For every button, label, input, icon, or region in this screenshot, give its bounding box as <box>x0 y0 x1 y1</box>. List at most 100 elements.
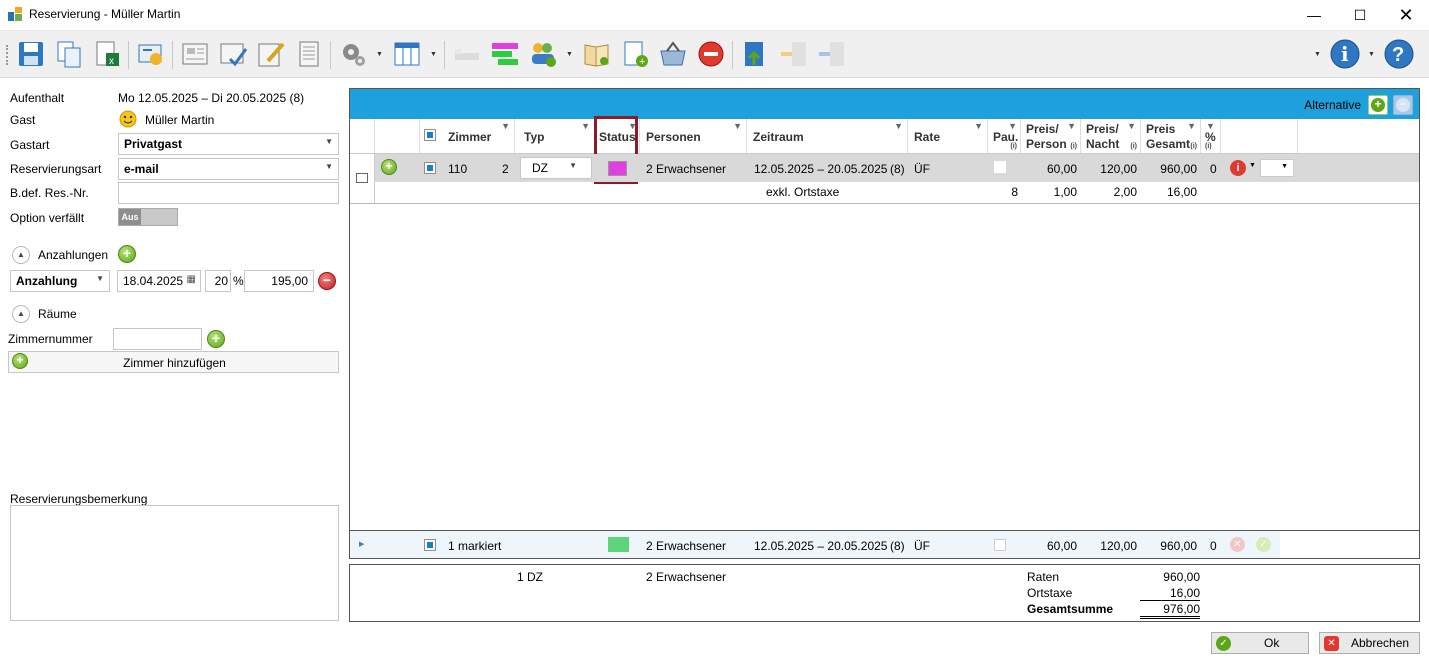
add-alternative-button[interactable]: + <box>1368 95 1388 115</box>
export-excel-icon[interactable]: x <box>90 37 124 71</box>
abbrechen-button[interactable]: ✕ Abbrechen <box>1319 632 1420 654</box>
settings-dropdown-icon[interactable]: ▼ <box>376 51 383 58</box>
copy-icon[interactable] <box>52 37 86 71</box>
raeume-collapse-icon[interactable]: ▲ <box>12 305 30 323</box>
row-bett: 2 <box>502 162 509 176</box>
settings-gear-icon[interactable] <box>336 37 370 71</box>
filter-icon[interactable]: ▼ <box>1187 121 1196 131</box>
minimize-icon[interactable]: — <box>1291 0 1337 30</box>
select-all-checkbox[interactable] <box>424 129 436 141</box>
footer-checkbox[interactable] <box>424 539 436 551</box>
anzahlung-percent-input[interactable]: 20 <box>205 270 231 292</box>
book-icon[interactable] <box>580 37 614 71</box>
filter-icon[interactable]: ▼ <box>581 121 590 131</box>
move-in-icon[interactable] <box>776 37 810 71</box>
row-checkbox[interactable] <box>424 162 436 174</box>
guest-smiley-icon[interactable] <box>119 110 137 128</box>
filter-icon[interactable]: ▼ <box>1206 121 1215 131</box>
bemerkung-textarea[interactable] <box>10 505 339 621</box>
alternative-label: Alternative <box>1304 98 1361 112</box>
anzahlungen-collapse-icon[interactable]: ▲ <box>12 246 30 264</box>
save-icon[interactable] <box>14 37 48 71</box>
add-guests-icon[interactable] <box>526 37 560 71</box>
footer-preis-gesamt: 960,00 <box>1160 539 1197 553</box>
filter-icon[interactable]: ▼ <box>733 121 742 131</box>
document-list-icon[interactable] <box>292 37 326 71</box>
filter-icon[interactable]: ▼ <box>1008 121 1017 131</box>
anzahlung-type-select[interactable]: Anzahlung ▼ <box>10 270 110 292</box>
info-dropdown-icon[interactable]: ▼ <box>1368 51 1375 58</box>
row-extra-select[interactable]: ▼ <box>1260 159 1294 177</box>
footer-expand-icon[interactable]: ▶ <box>359 540 364 548</box>
row-pau-checkbox[interactable] <box>994 161 1006 173</box>
add-zimmernummer-button[interactable]: + <box>207 330 225 348</box>
option-toggle[interactable]: Aus <box>118 208 178 226</box>
filter-icon[interactable]: ▼ <box>894 121 903 131</box>
add-anzahlung-button[interactable]: + <box>118 245 136 263</box>
toolbar-grip[interactable] <box>6 45 8 65</box>
col-zimmer[interactable]: Zimmer ▼ <box>420 119 515 153</box>
basket-icon[interactable] <box>656 37 690 71</box>
bdef-input[interactable] <box>118 182 339 204</box>
check-icon: ✓ <box>1216 635 1231 651</box>
chevron-down-icon: ▼ <box>1249 162 1256 169</box>
check-in-icon[interactable] <box>738 37 772 71</box>
expand-row-button[interactable]: + <box>381 159 397 175</box>
close-icon[interactable]: ✕ <box>1383 0 1429 30</box>
anzahlung-date-input[interactable]: 18.04.2025 ▦ <box>117 270 201 292</box>
svg-text:x: x <box>109 56 114 67</box>
filter-icon[interactable]: ▼ <box>1127 121 1136 131</box>
ok-button[interactable]: ✓ Ok <box>1211 632 1309 654</box>
row-info-menu[interactable]: i ▼ <box>1228 159 1258 177</box>
row-preis-person: 60,00 <box>1046 162 1077 176</box>
remove-anzahlung-button[interactable]: − <box>318 272 336 290</box>
raten-value: 960,00 <box>1163 570 1200 584</box>
columns-dropdown-icon[interactable]: ▼ <box>430 51 437 58</box>
col-pct[interactable]: % ▼ (i) <box>1201 119 1221 153</box>
gastart-select[interactable]: Privatgast ▼ <box>118 133 339 155</box>
calendar-icon[interactable]: ▦ <box>187 274 196 285</box>
col-typ[interactable]: Typ ▼ <box>515 119 595 153</box>
edit-notes-icon[interactable] <box>254 37 288 71</box>
confirmation-icon[interactable] <box>216 37 250 71</box>
info-icon[interactable]: i <box>1328 37 1362 71</box>
help-icon[interactable]: ? <box>1382 37 1416 71</box>
col-preis-gesamt[interactable]: Preis Gesamt ▼ (i) <box>1141 119 1201 153</box>
guests-dropdown-icon[interactable]: ▼ <box>566 51 573 58</box>
filter-icon[interactable]: ▼ <box>501 121 510 131</box>
filter-icon[interactable]: ▼ <box>974 121 983 131</box>
room-plan-icon[interactable] <box>488 37 522 71</box>
cancel-reservation-icon[interactable] <box>694 37 728 71</box>
title-bar: Reservierung - Müller Martin — ☐ ✕ <box>0 0 1429 30</box>
row-typ-select[interactable]: DZ ▼ <box>520 157 592 179</box>
subrow-preis-nacht: 2,00 <box>1113 185 1137 199</box>
registration-form-icon[interactable] <box>178 37 212 71</box>
row-status-swatch[interactable] <box>608 161 627 176</box>
col-personen[interactable]: Personen ▼ <box>640 119 747 153</box>
footer-confirm-icon[interactable]: ✓ <box>1256 537 1271 552</box>
move-out-icon[interactable] <box>814 37 848 71</box>
col-pau[interactable]: Pau. ▼ (i) <box>988 119 1021 153</box>
new-document-icon[interactable]: + <box>618 37 652 71</box>
anzahlung-amount-input[interactable]: 195,00 <box>244 270 314 292</box>
gesamt-label: Gesamtsumme <box>1027 602 1114 616</box>
row-detail-icon[interactable] <box>356 173 368 183</box>
row-rate: ÜF <box>914 162 930 176</box>
filter-icon[interactable]: ▼ <box>1067 121 1076 131</box>
gast-value[interactable]: Müller Martin <box>145 113 214 127</box>
columns-icon[interactable] <box>390 37 424 71</box>
guest-card-icon[interactable] <box>134 37 168 71</box>
reservierungsart-select[interactable]: e-mail ▼ <box>118 158 339 180</box>
maximize-icon[interactable]: ☐ <box>1337 0 1383 30</box>
col-rate[interactable]: Rate ▼ <box>908 119 988 153</box>
footer-pau-checkbox[interactable] <box>994 539 1006 551</box>
help-dropdown-icon[interactable]: ▼ <box>1314 51 1321 58</box>
add-room-button[interactable]: + Zimmer hinzufügen <box>8 351 339 373</box>
col-zeitraum[interactable]: Zeitraum ▼ <box>747 119 908 153</box>
remove-alternative-button[interactable]: − <box>1393 95 1413 115</box>
zimmernummer-input[interactable] <box>113 328 202 350</box>
col-preis-nacht[interactable]: Preis/ Nacht ▼ (i) <box>1081 119 1141 153</box>
col-preis-person[interactable]: Preis/ Person ▼ (i) <box>1021 119 1081 153</box>
bed-icon[interactable] <box>450 37 484 71</box>
footer-cancel-icon[interactable]: ✕ <box>1230 537 1245 552</box>
